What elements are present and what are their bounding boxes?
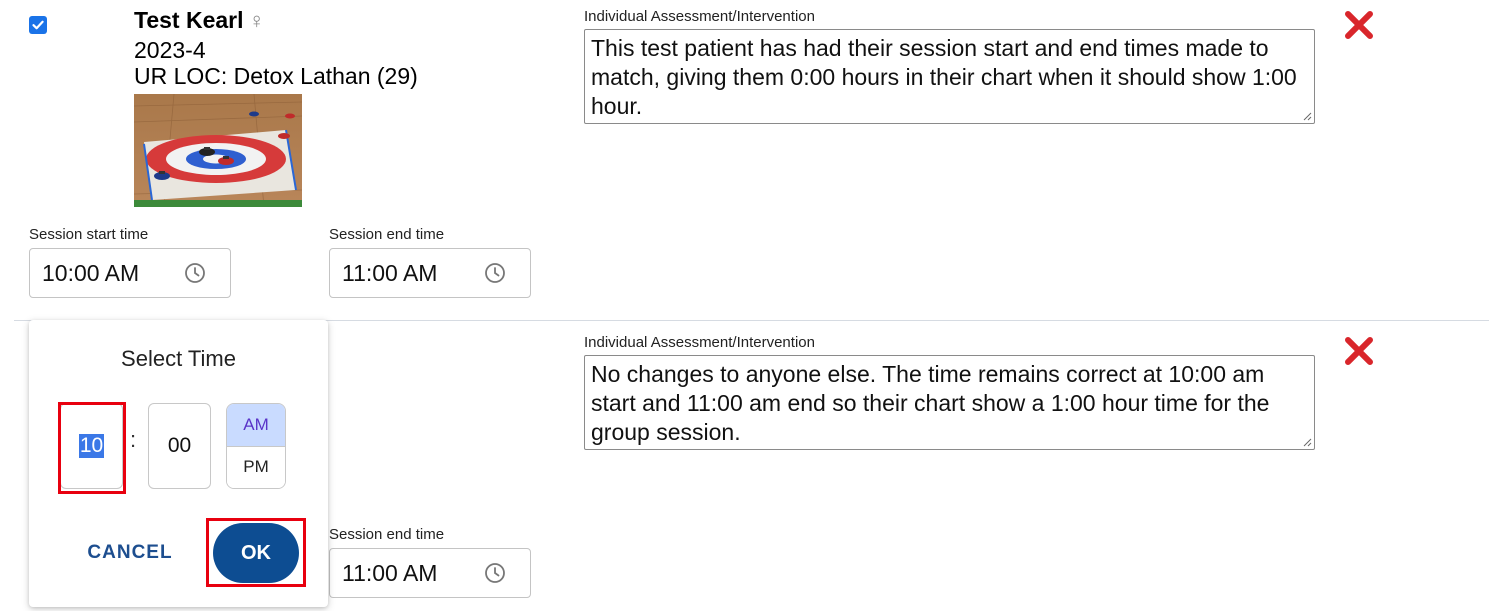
checkbox-checked-icon	[32, 20, 44, 30]
assessment-textarea[interactable]: No changes to anyone else. The time rema…	[584, 355, 1315, 450]
session-start-input[interactable]: 10:00 AM	[29, 248, 231, 298]
ok-highlight-frame	[206, 518, 306, 587]
session-end-value: 11:00 AM	[342, 259, 438, 286]
session-end-label: Session end time	[329, 526, 445, 543]
cancel-button[interactable]: CANCEL	[78, 538, 182, 568]
clock-icon[interactable]	[484, 562, 506, 584]
patient-name: Test Kearl	[134, 7, 244, 33]
session-end-input[interactable]: 11:00 AM	[329, 548, 531, 598]
session-start-label: Session start time	[29, 226, 149, 243]
session-start-value: 10:00 AM	[42, 259, 140, 286]
assessment-textarea[interactable]: This test patient has had their session …	[584, 29, 1315, 124]
patient-ur-loc: UR LOC: Detox Lathan (29)	[134, 63, 418, 89]
minute-value: 00	[167, 434, 192, 457]
resize-grip-icon[interactable]	[1302, 111, 1312, 121]
hour-highlight-frame	[58, 402, 126, 494]
session-end-label: Session end time	[329, 226, 445, 243]
time-picker-dialog: Select Time 10 : 00 AM PM CANCEL OK	[29, 320, 328, 607]
patient-name-line: Test Kearl ♀	[134, 7, 265, 34]
female-icon: ♀	[248, 8, 266, 33]
am-pm-toggle: AM PM	[226, 403, 286, 489]
assessment-text: This test patient has had their session …	[591, 35, 1297, 119]
delete-x-icon[interactable]	[1344, 10, 1374, 40]
patient-photo	[134, 94, 302, 207]
session-end-value: 11:00 AM	[342, 559, 438, 586]
assessment-label: Individual Assessment/Intervention	[584, 8, 815, 25]
am-option[interactable]: AM	[227, 404, 285, 447]
session-end-input[interactable]: 11:00 AM	[329, 248, 531, 298]
select-patient-checkbox[interactable]	[29, 16, 47, 34]
time-separator: :	[130, 427, 137, 452]
assessment-label: Individual Assessment/Intervention	[584, 334, 815, 351]
time-picker-title: Select Time	[121, 346, 236, 371]
resize-grip-icon[interactable]	[1302, 437, 1312, 447]
assessment-text: No changes to anyone else. The time rema…	[591, 361, 1270, 445]
minute-input[interactable]: 00	[148, 403, 211, 489]
delete-x-icon[interactable]	[1344, 336, 1374, 366]
clock-icon[interactable]	[184, 262, 206, 284]
pm-option[interactable]: PM	[227, 446, 285, 488]
patient-id: 2023-4	[134, 37, 206, 63]
clock-icon[interactable]	[484, 262, 506, 284]
